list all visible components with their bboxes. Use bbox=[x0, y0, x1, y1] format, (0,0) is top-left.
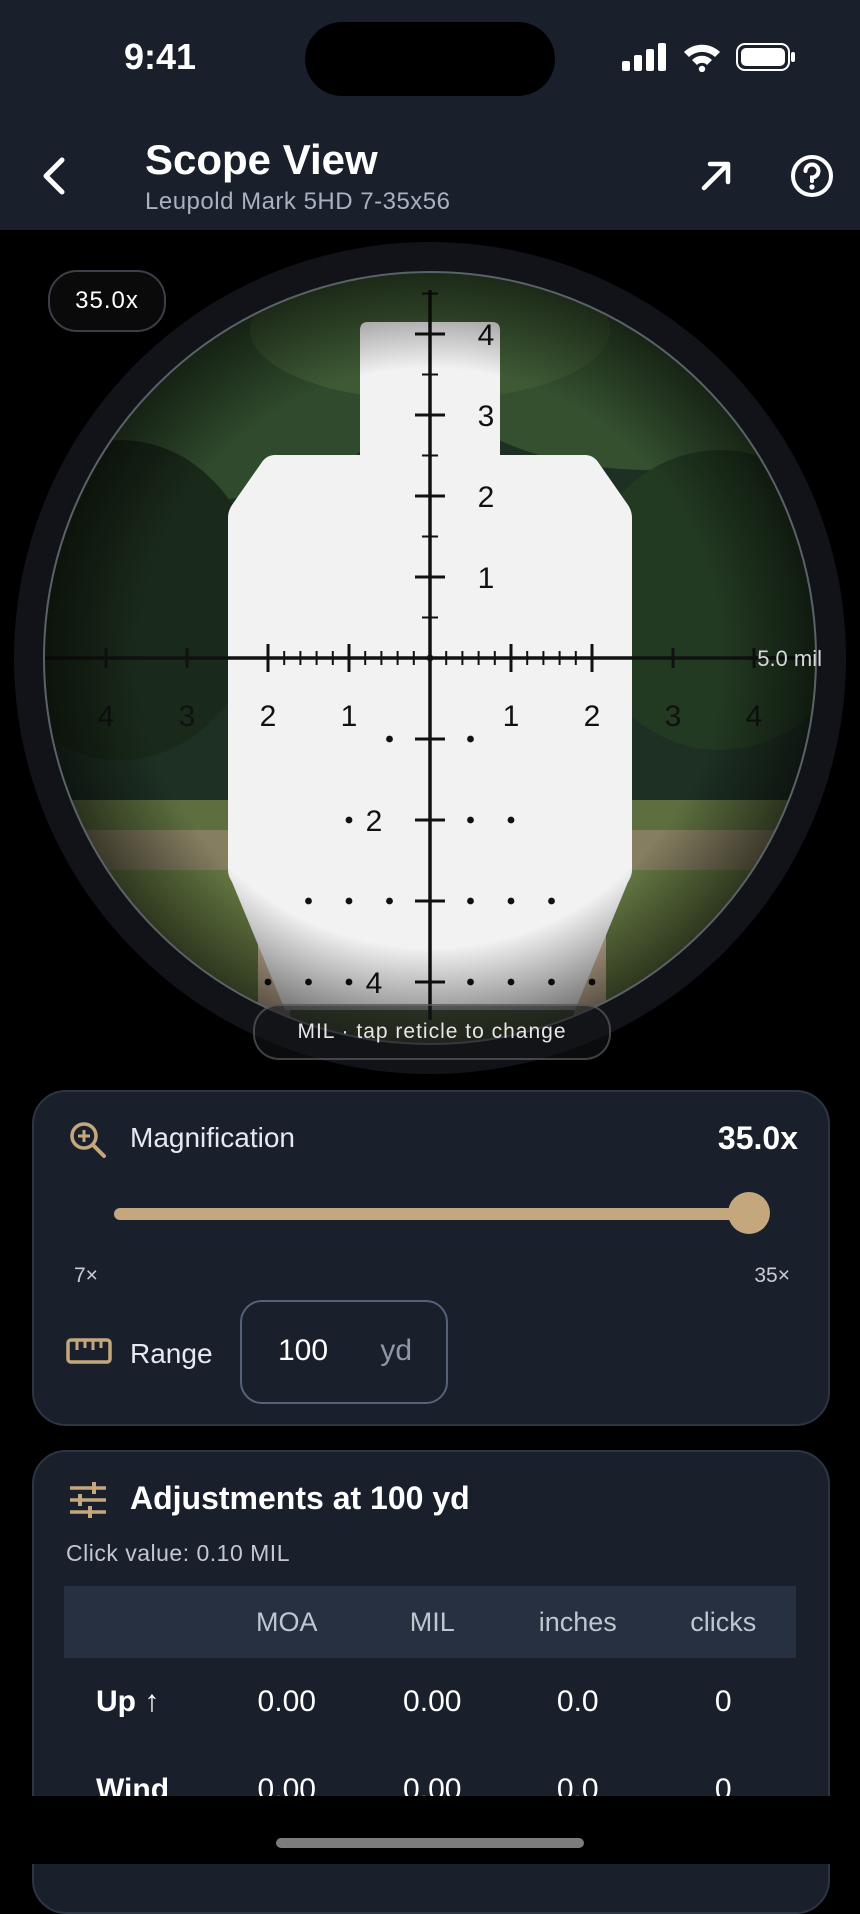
signal-icon bbox=[622, 43, 666, 71]
table-cell: 0 bbox=[714, 1685, 732, 1718]
status-icons bbox=[622, 42, 796, 72]
table-row: Up ↑ 0.00 0.00 0.0 0 bbox=[64, 1658, 796, 1746]
reticle-hint-pill[interactable]: MIL · tap reticle to change bbox=[253, 1004, 611, 1060]
ruler-icon bbox=[66, 1338, 112, 1364]
click-value-label: Click value: 0.10 MIL bbox=[66, 1540, 290, 1566]
status-time: 9:41 bbox=[124, 36, 197, 77]
arrow-up-right-icon[interactable] bbox=[688, 148, 744, 204]
wifi-icon bbox=[684, 44, 720, 72]
magnification-card: Magnification 35.0x 7× 35× Range 100 yd bbox=[32, 1090, 830, 1426]
sliders-icon bbox=[70, 1482, 106, 1518]
row-label: Up ↑ bbox=[96, 1685, 160, 1718]
table-cell: 0.00 bbox=[403, 1685, 462, 1718]
bottom-safe-area bbox=[0, 1796, 860, 1864]
table-header-cell: MOA bbox=[255, 1606, 318, 1637]
table-header: MOA MIL inches clicks bbox=[64, 1586, 796, 1658]
dynamic-island bbox=[305, 22, 555, 96]
magnification-value: 35.0x bbox=[717, 1120, 798, 1156]
magnification-max-label: 35× bbox=[754, 1264, 790, 1287]
magnification-label: Magnification bbox=[130, 1122, 295, 1153]
magnification-min-label: 7× bbox=[74, 1264, 98, 1287]
magnification-slider-thumb[interactable] bbox=[728, 1192, 770, 1234]
magnification-slider-track[interactable] bbox=[114, 1208, 746, 1220]
battery-icon bbox=[736, 43, 795, 71]
page-title: Scope View bbox=[145, 136, 378, 183]
range-value[interactable]: 100 bbox=[278, 1334, 328, 1368]
range-label: Range bbox=[130, 1338, 213, 1369]
range-unit: yd bbox=[380, 1334, 412, 1367]
magnification-badge: 35.0x bbox=[48, 270, 166, 332]
table-cell: 0.0 bbox=[556, 1685, 599, 1718]
table-header-cell: inches bbox=[538, 1606, 617, 1637]
nav-header: Scope View Leupold Mark 5HD 7-35x56 bbox=[0, 108, 860, 230]
status-bar: 9:41 bbox=[0, 0, 860, 108]
table-cell: 0.00 bbox=[257, 1685, 316, 1718]
table-header-cell: clicks bbox=[690, 1606, 757, 1637]
home-indicator[interactable] bbox=[276, 1838, 584, 1848]
chevron-left-icon[interactable] bbox=[36, 152, 76, 200]
mil-scale-label: 5.0 mil bbox=[757, 646, 822, 671]
scope-model-subtitle: Leupold Mark 5HD 7-35x56 bbox=[145, 188, 451, 215]
adjustments-title: Adjustments at 100 yd bbox=[130, 1480, 470, 1516]
range-input[interactable]: 100 yd bbox=[240, 1300, 448, 1404]
question-circle-icon[interactable] bbox=[784, 148, 840, 204]
table-header-cell: MIL bbox=[409, 1606, 455, 1637]
zoom-in-icon bbox=[70, 1122, 106, 1158]
scope-reticle-view[interactable]: 43214321123424 5.0 mil bbox=[0, 230, 860, 1080]
